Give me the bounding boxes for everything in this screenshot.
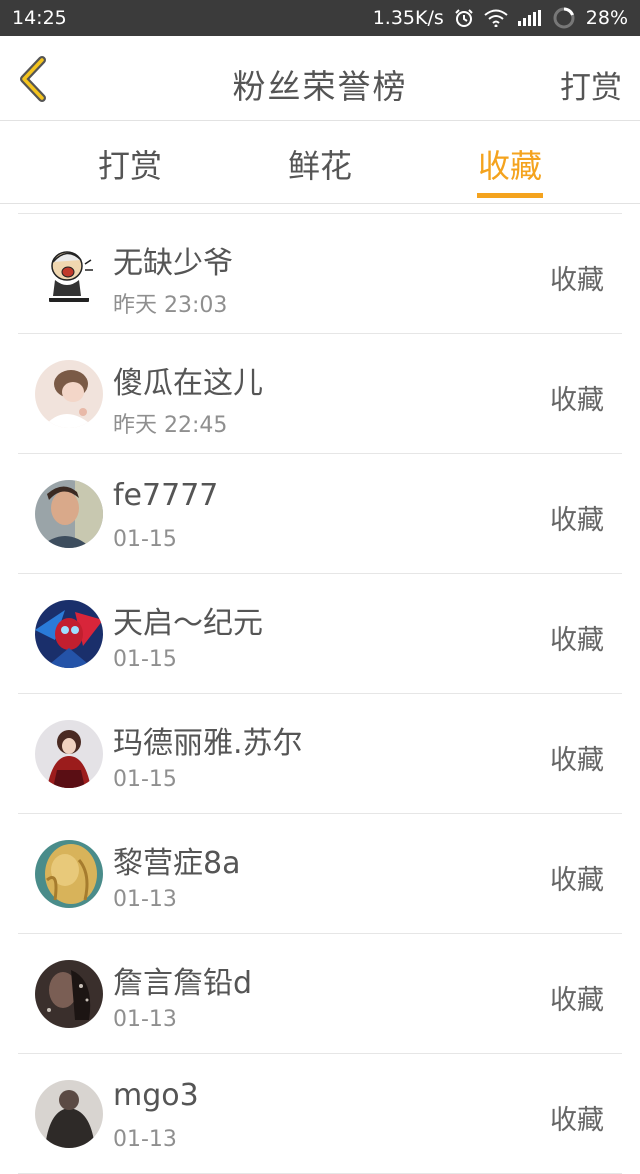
avatar <box>35 720 103 788</box>
user-name: 玛德丽雅.苏尔 <box>113 726 303 761</box>
tab-label: 收藏 <box>477 147 542 185</box>
avatar <box>35 360 103 428</box>
avatar <box>35 960 103 1028</box>
action-type: 收藏 <box>550 985 604 1016</box>
nav-bar: 粉丝荣誉榜 打赏 <box>0 36 640 121</box>
action-type: 收藏 <box>550 265 604 296</box>
fan-list: 无缺少爷 昨天 23:03 收藏 傻瓜在这儿 昨天 22:45 收藏 fe777… <box>18 213 622 1174</box>
action-time: 昨天 23:03 <box>113 293 228 318</box>
list-item[interactable]: 玛德丽雅.苏尔 01-15 收藏 <box>18 694 622 814</box>
wifi-icon <box>484 9 508 27</box>
action-type: 收藏 <box>550 625 604 656</box>
status-time: 14:25 <box>12 7 67 29</box>
tab-bar: 打赏 鲜花 收藏 <box>0 121 640 204</box>
tab-label: 鲜花 <box>287 147 352 185</box>
signal-icon <box>517 10 542 26</box>
action-time: 01-13 <box>113 887 177 912</box>
list-item[interactable]: fe7777 01-15 收藏 <box>18 454 622 574</box>
tab-flowers[interactable]: 鲜花 <box>255 121 385 203</box>
active-tab-indicator <box>477 193 543 198</box>
action-type: 收藏 <box>550 385 604 416</box>
list-item[interactable]: 天启～纪元 01-15 收藏 <box>18 574 622 694</box>
battery-icon <box>552 6 576 30</box>
tab-favorites[interactable]: 收藏 <box>445 121 575 203</box>
user-name: 詹言詹铅d <box>113 966 253 1001</box>
status-indicators: 1.35K/s 28% <box>373 0 628 36</box>
tab-label: 打赏 <box>97 147 162 185</box>
user-name: 无缺少爷 <box>113 246 233 281</box>
action-type: 收藏 <box>550 745 604 776</box>
user-name: 黎营症8a <box>113 846 241 881</box>
battery-percent: 28% <box>585 7 628 29</box>
list-item[interactable]: 无缺少爷 昨天 23:03 收藏 <box>18 214 622 334</box>
list-item[interactable]: mgo3 01-13 收藏 <box>18 1054 622 1174</box>
user-name: fe7777 <box>113 478 219 513</box>
action-type: 收藏 <box>550 1105 604 1136</box>
action-time: 01-15 <box>113 647 177 672</box>
avatar <box>35 840 103 908</box>
reward-button[interactable]: 打赏 <box>560 62 622 107</box>
page-title: 粉丝荣誉榜 <box>232 67 408 106</box>
action-time: 昨天 22:45 <box>113 413 228 438</box>
avatar <box>35 600 103 668</box>
user-name: mgo3 <box>113 1078 199 1113</box>
action-time: 01-13 <box>113 1007 177 1032</box>
list-item[interactable]: 詹言詹铅d 01-13 收藏 <box>18 934 622 1054</box>
user-name: 傻瓜在这儿 <box>113 366 263 401</box>
action-type: 收藏 <box>550 865 604 896</box>
tab-reward[interactable]: 打赏 <box>65 121 195 203</box>
list-item[interactable]: 黎营症8a 01-13 收藏 <box>18 814 622 934</box>
action-type: 收藏 <box>550 505 604 536</box>
user-name: 天启～纪元 <box>113 606 263 641</box>
action-time: 01-13 <box>113 1127 177 1152</box>
action-time: 01-15 <box>113 767 177 792</box>
avatar <box>35 480 103 548</box>
avatar <box>35 240 103 308</box>
network-speed: 1.35K/s <box>372 7 444 29</box>
action-time: 01-15 <box>113 527 177 552</box>
alarm-icon <box>454 8 474 28</box>
status-bar: 14:25 1.35K/s 28% <box>0 0 640 36</box>
list-item[interactable]: 傻瓜在这儿 昨天 22:45 收藏 <box>18 334 622 454</box>
